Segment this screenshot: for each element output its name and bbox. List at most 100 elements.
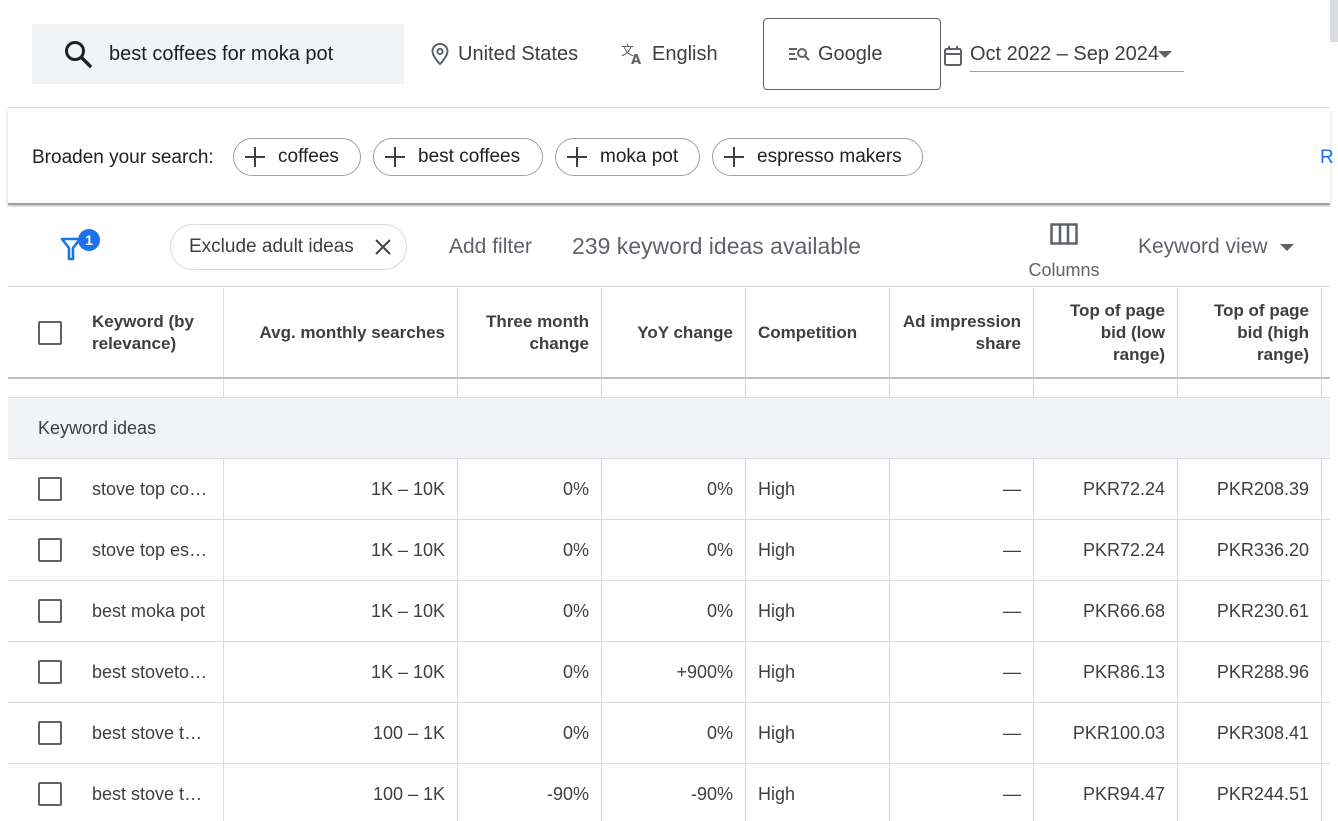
table-row[interactable]: best stove to… 100 – 1K 0% 0% High — PKR100.03… [8,703,1330,764]
table-row[interactable]: best stove to… 100 – 1K -90% -90% High — PKR94… [8,764,1330,821]
competition-cell-text: High [758,783,796,804]
table-row[interactable]: stove top cof… 1K – 10K 0% 0% High — PKR72.24 P… [8,459,1330,520]
chevron-down-icon [1158,51,1172,58]
broaden-chip-moka-pot[interactable]: moka pot [555,138,700,176]
competition-cell: High [746,642,890,702]
row-checkbox[interactable] [38,599,62,623]
three-month-change-cell-text: 0% [562,722,589,743]
competition-cell-text: High [758,539,796,560]
keyword-view-dropdown[interactable]: Keyword view [1138,235,1294,259]
competition-cell-text: High [758,722,796,743]
row-checkbox[interactable] [38,538,62,562]
row-checkbox[interactable] [38,660,62,684]
competition-cell: High [746,581,890,641]
header-competition[interactable]: Competition [746,288,890,377]
top-bid-high-cell: PKR308.41 [1178,703,1322,763]
top-bid-high-cell-text: PKR208.39 [1216,478,1309,499]
keyword-cell[interactable]: best stoveto… [92,642,224,702]
columns-label: Columns [1028,260,1100,280]
keyword-cell-text: best moka pot [92,600,206,621]
row-checkbox[interactable] [38,477,62,501]
search-network-label: Google [818,42,883,65]
location-pin-icon [428,42,452,66]
table-row[interactable]: stove top es… 1K – 10K 0% 0% High — PKR72.24 PK… [8,520,1330,581]
keyword-cell-text: best stove to… [92,722,210,743]
header-three-month-change[interactable]: Three month change [458,288,602,377]
broaden-chip-coffees[interactable]: coffees [233,138,361,176]
avg-monthly-searches-cell-text: 100 – 1K [372,722,445,743]
yoy-change-cell-text: 0% [706,478,733,499]
three-month-change-cell: -90% [458,764,602,821]
exclude-adult-ideas-chip[interactable]: Exclude adult ideas [170,224,407,270]
ad-impression-share-cell: — [890,520,1034,580]
top-bid-low-cell-text: PKR86.13 [1082,661,1165,682]
yoy-change-cell: 0% [602,520,746,580]
language-label: English [652,42,718,65]
page-scrollbar[interactable] [1330,0,1338,42]
search-query: best coffees for moka pot [109,42,334,65]
header-avg-monthly-searches[interactable]: Avg. monthly searches [224,288,458,377]
broaden-chip-best-coffees[interactable]: best coffees [373,138,543,176]
table-row[interactable]: best stoveto… 1K – 10K 0% +900% High — PKR86.1… [8,642,1330,703]
search-network-selector[interactable]: Google [763,18,941,90]
search-input[interactable]: best coffees for moka pot [32,24,404,84]
svg-text:A: A [631,53,641,66]
language-selector[interactable]: 文A English [620,38,718,70]
row-checkbox[interactable] [38,782,62,806]
avg-monthly-searches-cell-text: 1K – 10K [370,600,445,621]
header-yoy-change[interactable]: YoY change [602,288,746,377]
add-filter-button[interactable]: Add filter [449,235,532,259]
header-ad-impression-share[interactable]: Ad impression share [890,288,1034,377]
table-header-row: Keyword (by relevance) Avg. monthly sear… [8,288,1330,379]
chip-label: coffees [278,146,339,167]
keyword-cell-text: best stoveto… [92,661,208,682]
broaden-chip-espresso-makers[interactable]: espresso makers [712,138,923,176]
avg-monthly-searches-cell: 1K – 10K [224,520,458,580]
top-bid-high-cell: PKR208.39 [1178,459,1322,519]
plus-icon [384,146,406,168]
date-range-selector[interactable]: Oct 2022 – Sep 2024 [942,40,1184,72]
keyword-cell[interactable]: stove top es… [92,520,224,580]
yoy-change-cell: -90% [602,764,746,821]
top-bid-low-cell: PKR86.13 [1034,642,1178,702]
avg-monthly-searches-cell-text: 1K – 10K [370,539,445,560]
top-bid-low-cell: PKR100.03 [1034,703,1178,763]
three-month-change-cell-text: 0% [562,661,589,682]
refresh-link[interactable]: R [1320,147,1334,169]
chip-label: espresso makers [757,146,902,167]
search-icon [63,39,93,69]
columns-button[interactable]: Columns [1026,219,1102,280]
top-bid-low-cell-text: PKR100.03 [1072,722,1165,743]
avg-monthly-searches-cell: 1K – 10K [224,581,458,641]
date-range-label: Oct 2022 – Sep 2024 [970,43,1160,65]
yoy-change-cell: 0% [602,581,746,641]
three-month-change-cell: 0% [458,520,602,580]
three-month-change-cell-text: 0% [562,539,589,560]
keyword-cell[interactable]: best stove to… [92,764,224,821]
select-all-checkbox[interactable] [38,320,62,345]
translate-icon: 文A [620,42,646,66]
chip-label: moka pot [600,146,679,167]
row-checkbox[interactable] [38,721,62,745]
location-selector[interactable]: United States [428,38,578,70]
ad-impression-share-cell-text: — [1003,722,1021,743]
keyword-cell-text: stove top cof… [92,478,210,499]
header-competition-label: Competition [758,322,858,342]
filter-button[interactable]: 1 [60,227,100,267]
close-icon[interactable] [374,238,392,256]
keyword-cell[interactable]: best moka pot [92,581,224,641]
competition-cell: High [746,764,890,821]
avg-monthly-searches-cell: 100 – 1K [224,764,458,821]
header-top-bid-low[interactable]: Top of page bid (low range) [1034,288,1178,377]
keyword-cell[interactable]: stove top cof… [92,459,224,519]
header-keyword[interactable]: Keyword (by relevance) [92,288,224,377]
top-bid-high-cell-text: PKR230.61 [1216,600,1309,621]
keyword-cell[interactable]: best stove to… [92,703,224,763]
header-top-bid-high[interactable]: Top of page bid (high range) [1178,288,1322,377]
keyword-table: Keyword (by relevance) Avg. monthly sear… [8,288,1330,821]
top-bid-low-cell: PKR66.68 [1034,581,1178,641]
table-row[interactable]: best moka pot 1K – 10K 0% 0% High — PKR66.68 PK… [8,581,1330,642]
top-bid-high-cell-text: PKR308.41 [1216,722,1309,743]
header-three-month-label: Three month change [486,311,589,353]
plus-icon [723,146,745,168]
